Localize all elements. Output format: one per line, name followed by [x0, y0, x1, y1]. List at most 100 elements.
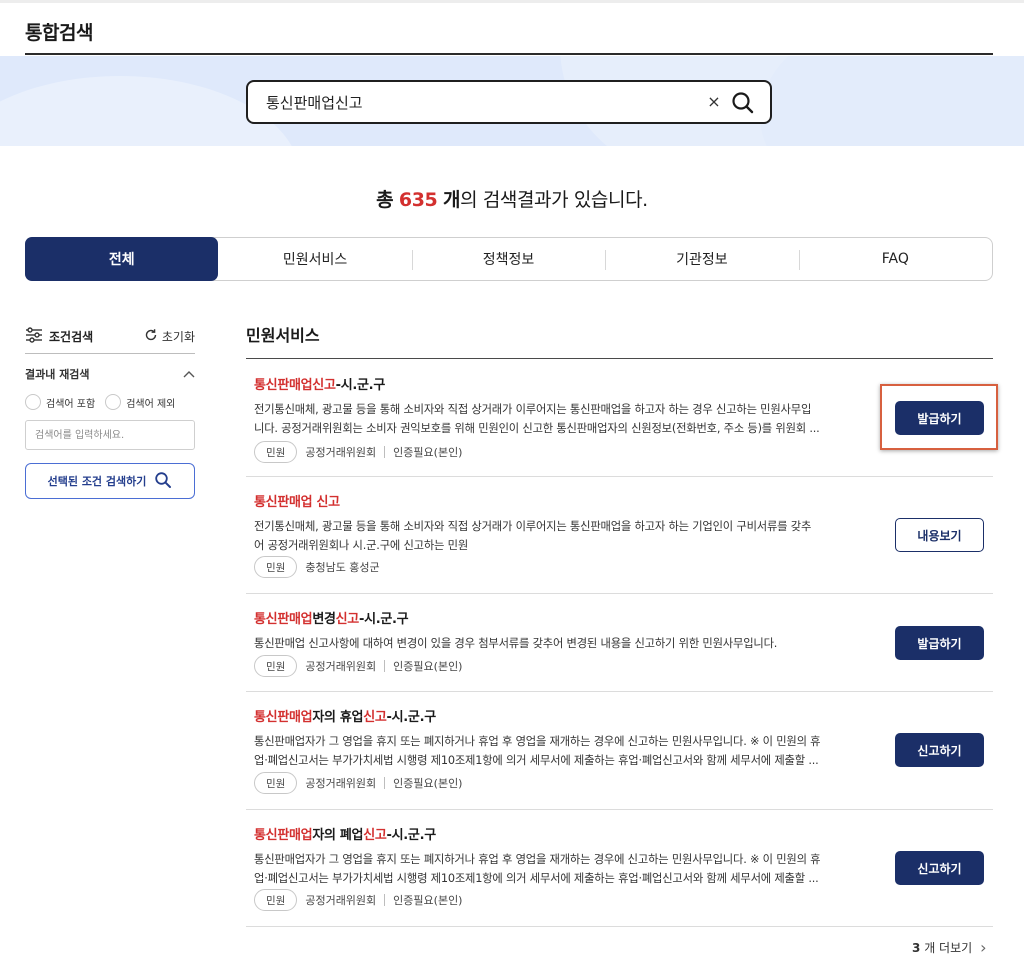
- chevron-right-icon: ›: [980, 938, 987, 957]
- tab-all[interactable]: 전체: [25, 237, 219, 281]
- filter-header: 조건검색 초기화: [25, 320, 195, 354]
- include-keyword-radio[interactable]: 검색어 포함: [25, 394, 95, 410]
- include-keyword-label: 검색어 포함: [46, 398, 96, 410]
- report-button[interactable]: 신고하기: [895, 733, 984, 767]
- section-title: 민원서비스: [246, 320, 993, 359]
- report-button[interactable]: 신고하기: [895, 851, 984, 885]
- annotation-highlight-box: [880, 384, 998, 450]
- radio-circle[interactable]: [105, 394, 122, 410]
- title-highlight: 통신판매업: [254, 828, 313, 843]
- tab-agency-info[interactable]: 기관정보: [605, 238, 798, 280]
- title-highlight: 신고: [363, 828, 387, 843]
- result-meta: 민원 공정거래위원회 인증필요(본인): [254, 441, 462, 463]
- result-item: 통신판매업 신고 전기통신매체, 광고물 등을 통해 소비자와 직접 상거래가 …: [246, 477, 993, 594]
- tab-civil-services[interactable]: 민원서비스: [218, 238, 411, 280]
- category-tabs: 전체 민원서비스 정책정보 기관정보 FAQ: [25, 237, 993, 281]
- more-label: 개 더보기: [924, 941, 973, 955]
- agency-name: 공정거래위원회: [305, 446, 377, 459]
- description-line: 통신판매업자가 그 영업을 휴지 또는 폐지하거나 휴업 후 영업을 재개하는 …: [254, 853, 821, 866]
- results-panel: 민원서비스 통신판매업신고-시.군.구 전기통신매체, 광고물 등을 통해 소비…: [246, 320, 993, 927]
- agency-name: 충청남도 홍성군: [305, 561, 380, 574]
- result-summary: 총 635 개의 검색결과가 있습니다.: [0, 185, 1024, 212]
- tab-policy-info[interactable]: 정책정보: [411, 238, 605, 280]
- title-middle: 자의 휴업: [312, 710, 364, 725]
- chevron-up-icon[interactable]: [183, 368, 195, 381]
- refresh-icon: [144, 328, 158, 345]
- view-details-button[interactable]: 내용보기: [895, 518, 984, 552]
- auth-requirement: 인증필요(본인): [393, 660, 463, 673]
- result-title[interactable]: 통신판매업 신고: [254, 491, 340, 510]
- search-box: ×: [246, 80, 772, 124]
- description-line: 니다. 공정거래위원회는 소비자 권익보호를 위해 민원인이 신고한 통신판매업…: [254, 422, 820, 435]
- result-description: 전기통신매체, 광고물 등을 통해 소비자와 직접 상거래가 이루어지는 통신판…: [254, 517, 876, 555]
- agency-name: 공정거래위원회: [305, 777, 377, 790]
- exclude-keyword-radio[interactable]: 검색어 제외: [105, 394, 175, 410]
- description-line: 어 공정거래위원회나 시.군.구에 신고하는 민원: [254, 539, 469, 552]
- result-meta: 민원 공정거래위원회 인증필요(본인): [254, 655, 462, 677]
- title-middle: 자의 폐업: [312, 828, 364, 843]
- category-badge: 민원: [254, 556, 298, 578]
- refine-options: 검색어 포함 검색어 제외: [25, 394, 195, 410]
- refine-search-title: 결과내 재검색: [25, 368, 90, 381]
- title-highlight: 신고: [363, 710, 387, 725]
- summary-prefix: 총: [376, 189, 394, 211]
- result-description: 통신판매업자가 그 영업을 휴지 또는 폐지하거나 휴업 후 영업을 재개하는 …: [254, 732, 876, 770]
- tab-faq[interactable]: FAQ: [798, 238, 992, 280]
- clear-icon[interactable]: ×: [706, 92, 722, 112]
- agency-name: 공정거래위원회: [305, 894, 377, 907]
- result-title[interactable]: 통신판매업변경신고-시.군.구: [254, 608, 409, 627]
- title-suffix: -시.군.구: [386, 710, 437, 725]
- meta-divider: [384, 446, 386, 458]
- title-highlight: 통신판매업: [254, 710, 313, 725]
- result-title[interactable]: 통신판매업신고-시.군.구: [254, 374, 385, 393]
- category-badge: 민원: [254, 441, 298, 463]
- result-meta: 민원 충청남도 홍성군: [254, 556, 380, 578]
- result-title[interactable]: 통신판매업자의 폐업신고-시.군.구: [254, 824, 436, 843]
- description-line: 통신판매업자가 그 영업을 휴지 또는 폐지하거나 휴업 후 영업을 재개하는 …: [254, 735, 821, 748]
- description-line: 전기통신매체, 광고물 등을 통해 소비자와 직접 상거래가 이루어지는 통신판…: [254, 520, 812, 533]
- meta-divider: [384, 660, 386, 672]
- more-count: 3: [912, 941, 921, 955]
- banner-decoration: [760, 56, 1024, 146]
- title-suffix: -시.군.구: [358, 612, 409, 627]
- result-description: 전기통신매체, 광고물 등을 통해 소비자와 직접 상거래가 이루어지는 통신판…: [254, 400, 876, 438]
- apply-filter-button[interactable]: 선택된 조건 검색하기: [25, 463, 195, 499]
- description-line: 전기통신매체, 광고물 등을 통해 소비자와 직접 상거래가 이루어지는 통신판…: [254, 403, 812, 416]
- category-badge: 민원: [254, 889, 298, 911]
- result-item: 통신판매업변경신고-시.군.구 통신판매업 신고사항에 대하여 변경이 있을 경…: [246, 594, 993, 692]
- radio-circle[interactable]: [25, 394, 41, 410]
- page-title: 통합검색: [25, 22, 93, 44]
- search-icon[interactable]: [730, 90, 756, 116]
- category-badge: 민원: [254, 655, 298, 677]
- description-line: 업·폐업신고서는 부가가치세법 시행령 제10조제1항에 의거 세무서에 제출하…: [254, 872, 819, 885]
- reset-button[interactable]: 초기화: [144, 328, 195, 345]
- filter-sliders-icon: [25, 327, 43, 346]
- result-item: 통신판매업자의 폐업신고-시.군.구 통신판매업자가 그 영업을 휴지 또는 폐…: [246, 810, 993, 927]
- result-title[interactable]: 통신판매업자의 휴업신고-시.군.구: [254, 706, 436, 725]
- issue-button[interactable]: 발급하기: [895, 626, 984, 660]
- description-line: 통신판매업 신고사항에 대하여 변경이 있을 경우 첨부서류를 갖추어 변경된 …: [254, 637, 778, 650]
- title-divider: [25, 53, 993, 55]
- search-input[interactable]: [266, 91, 686, 113]
- reset-label: 초기화: [161, 330, 195, 344]
- result-meta: 민원 공정거래위원회 인증필요(본인): [254, 889, 462, 911]
- load-more-link[interactable]: 3 개 더보기 ›: [912, 938, 987, 957]
- summary-suffix: 의 검색결과가 있습니다.: [460, 189, 648, 211]
- summary-unit: 개: [443, 189, 461, 211]
- agency-name: 공정거래위원회: [305, 660, 377, 673]
- refine-search-header[interactable]: 결과내 재검색: [25, 366, 195, 382]
- result-count: 635: [398, 189, 438, 211]
- title-middle: 변경: [312, 612, 336, 627]
- title-highlight: 신고: [335, 612, 360, 627]
- category-badge: 민원: [254, 772, 298, 794]
- meta-divider: [384, 894, 386, 906]
- refine-keyword-input[interactable]: [25, 420, 195, 450]
- title-highlight: 통신판매업: [254, 612, 313, 627]
- title-suffix: -시.군.구: [335, 378, 386, 393]
- result-meta: 민원 공정거래위원회 인증필요(본인): [254, 772, 462, 794]
- meta-divider: [384, 777, 386, 789]
- title-suffix: -시.군.구: [386, 828, 437, 843]
- apply-filter-label: 선택된 조건 검색하기: [47, 475, 147, 488]
- description-line: 업·폐업신고서는 부가가치세법 시행령 제10조제1항에 의거 세무서에 제출하…: [254, 754, 819, 767]
- filter-sidebar: 조건검색 초기화 결과내 재검색 검색어 포함 검색어 제외 선택된 조건 검색…: [25, 320, 195, 499]
